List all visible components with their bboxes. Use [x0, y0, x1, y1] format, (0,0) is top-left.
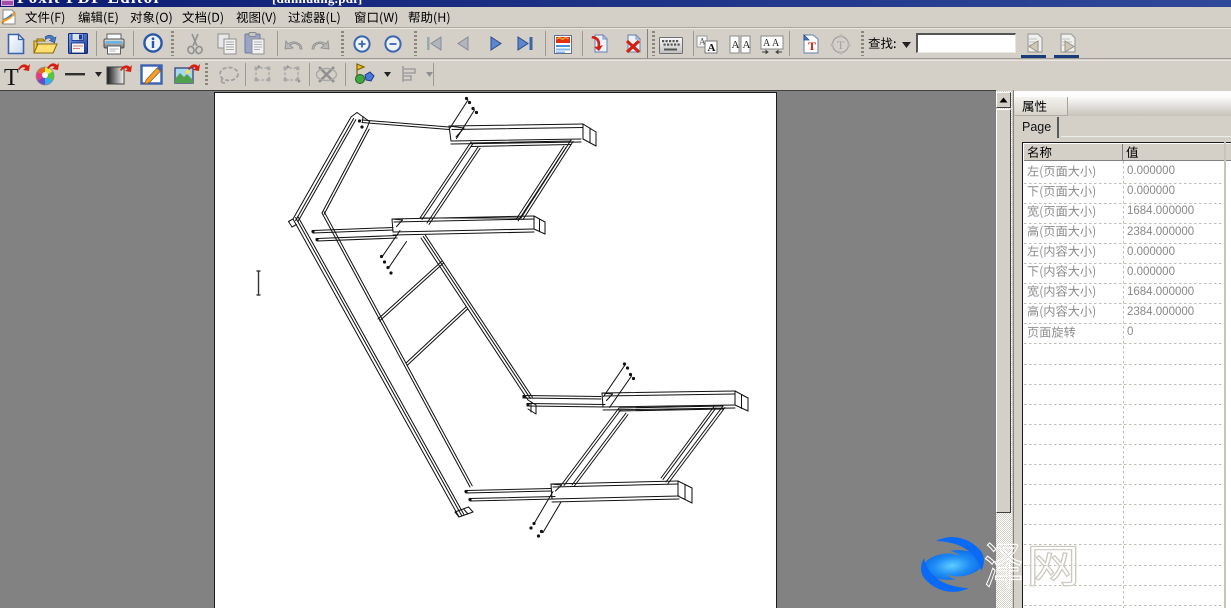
svg-text:T: T	[4, 65, 19, 87]
svg-text:T: T	[837, 38, 845, 52]
svg-text:A: A	[732, 39, 740, 51]
svg-text:A: A	[772, 38, 780, 49]
svg-text:A: A	[743, 39, 751, 51]
svg-text:T: T	[808, 39, 816, 53]
svg-text:A: A	[708, 42, 716, 54]
svg-text:A: A	[763, 38, 771, 49]
